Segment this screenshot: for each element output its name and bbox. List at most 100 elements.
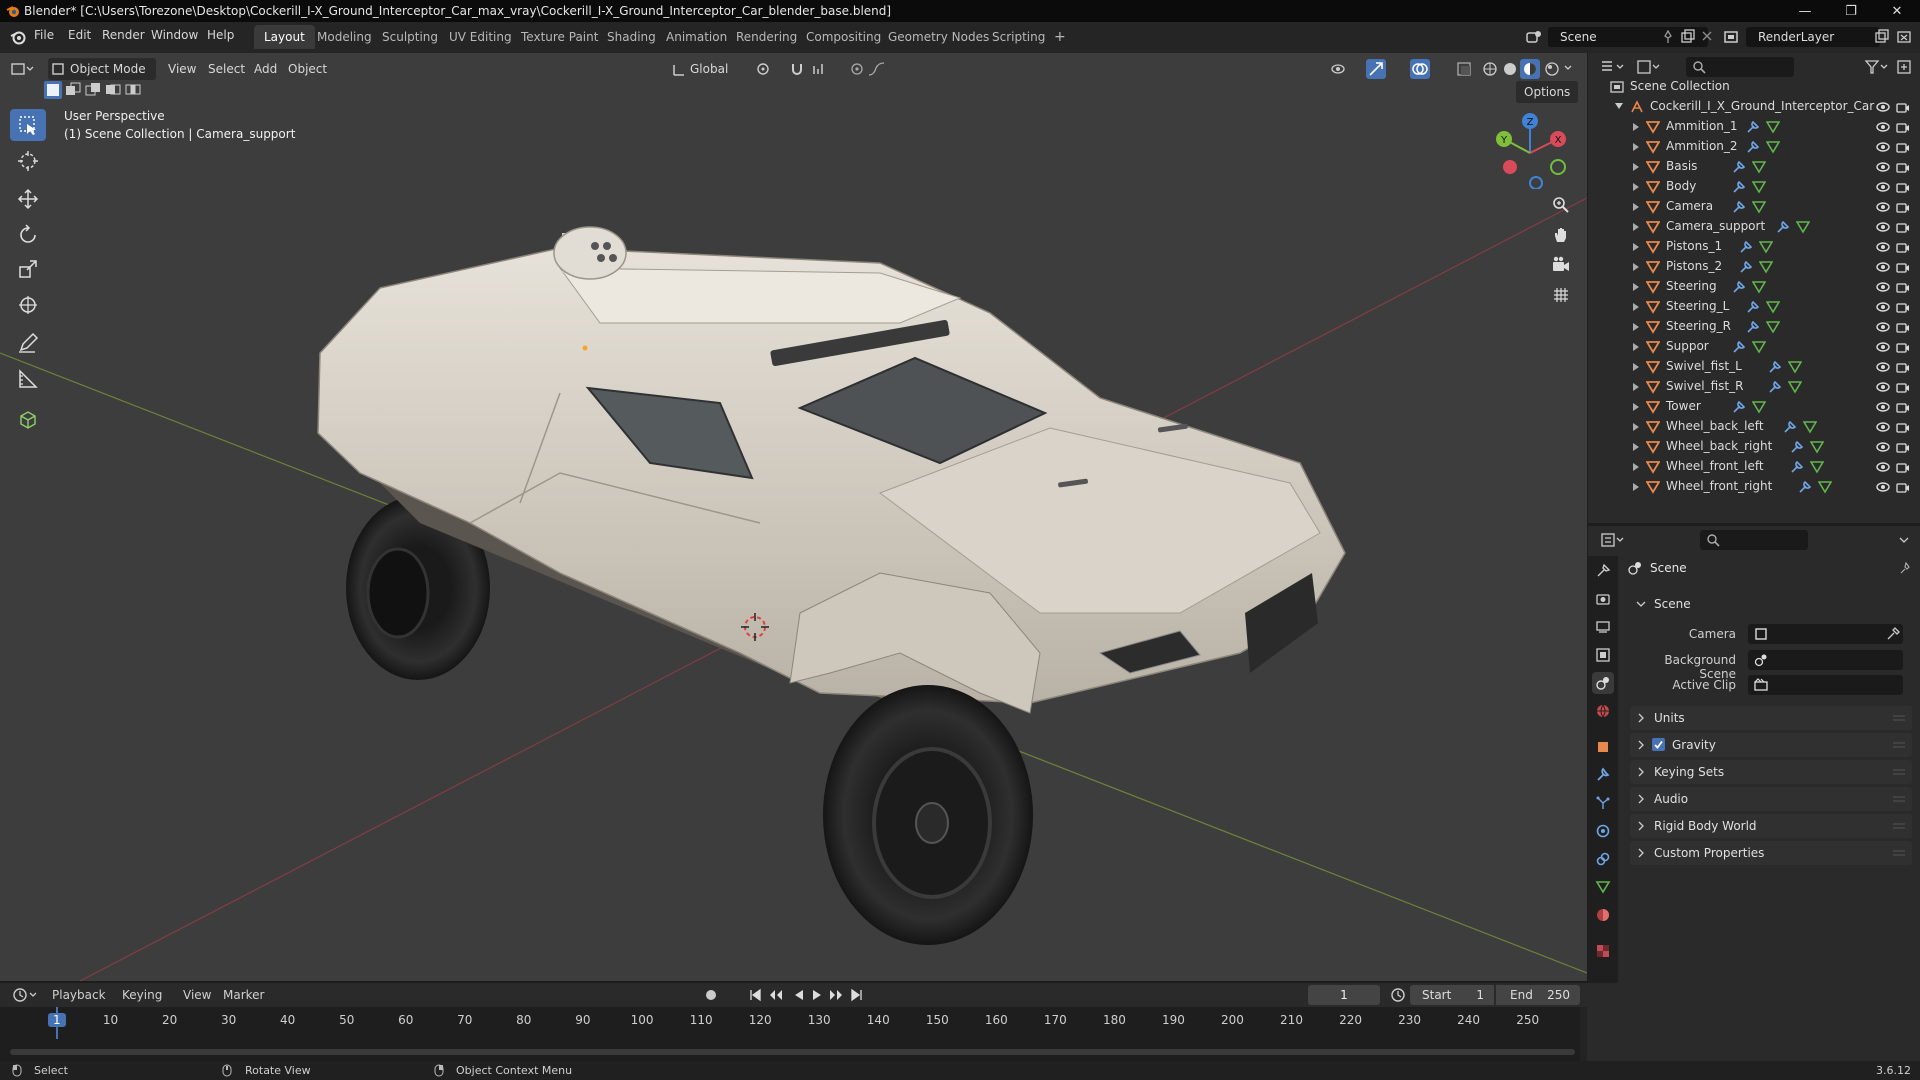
select-invert-icon[interactable] <box>104 81 122 99</box>
mesh-data-icon[interactable] <box>1758 240 1773 254</box>
render-camera-icon[interactable] <box>1896 480 1910 494</box>
drag-handle-icon[interactable] <box>1892 741 1906 749</box>
tab-output-icon[interactable] <box>1592 616 1614 638</box>
visibility-eye-icon[interactable] <box>1876 260 1890 274</box>
modifier-wrench-icon[interactable] <box>1790 440 1804 454</box>
tab-sculpting[interactable]: Sculpting <box>372 25 448 49</box>
visibility-eye-icon[interactable] <box>1876 120 1890 134</box>
properties-section-header[interactable]: Rigid Body World <box>1630 814 1912 838</box>
tab-texture-icon[interactable] <box>1592 940 1614 962</box>
expand-chevron-icon[interactable] <box>1632 302 1640 312</box>
expand-chevron-icon[interactable] <box>1632 382 1640 392</box>
collapse-chevron-icon[interactable] <box>1614 101 1624 111</box>
select-extend-icon[interactable] <box>64 81 82 99</box>
minimize-button[interactable]: — <box>1782 0 1828 22</box>
drag-handle-icon[interactable] <box>1892 714 1906 722</box>
scale-tool[interactable] <box>10 253 46 285</box>
mesh-data-icon[interactable] <box>1795 220 1810 234</box>
visibility-eye-icon[interactable] <box>1876 280 1890 294</box>
mesh-data-icon[interactable] <box>1766 140 1780 154</box>
tab-animation[interactable]: Animation <box>656 25 737 49</box>
visibility-eye-icon[interactable] <box>1876 320 1890 334</box>
properties-section-header[interactable]: Audio <box>1630 787 1912 811</box>
drag-handle-icon[interactable] <box>1892 822 1906 830</box>
modifier-wrench-icon[interactable] <box>1732 280 1746 294</box>
outliner-item[interactable]: Wheel_front_right <box>1588 477 1920 497</box>
tab-tool-icon[interactable] <box>1592 560 1614 582</box>
blender-menu-icon[interactable] <box>10 29 26 45</box>
auto-keying-icon[interactable] <box>704 988 718 1002</box>
modifier-wrench-icon[interactable] <box>1798 480 1812 494</box>
expand-chevron-icon[interactable] <box>1632 142 1640 152</box>
xray-toggle-icon[interactable] <box>1456 61 1472 77</box>
outliner-item[interactable]: Swivel_fist_R <box>1588 377 1920 397</box>
expand-chevron-icon[interactable] <box>1632 462 1640 472</box>
filter-icon[interactable] <box>1864 59 1892 75</box>
vehicle-model[interactable] <box>317 226 1346 945</box>
annotate-tool[interactable] <box>10 327 46 359</box>
visibility-eye-icon[interactable] <box>1876 200 1890 214</box>
outliner-item[interactable]: Wheel_back_left <box>1588 417 1920 437</box>
pivot-point-icon[interactable] <box>756 62 778 76</box>
select-intersect-icon[interactable] <box>124 81 142 99</box>
shading-wireframe-icon[interactable] <box>1482 61 1498 77</box>
tab-modifier-icon[interactable] <box>1592 764 1614 786</box>
render-camera-icon[interactable] <box>1896 340 1910 354</box>
tab-modeling[interactable]: Modeling <box>307 25 382 49</box>
close-button[interactable]: ✕ <box>1874 0 1920 22</box>
modifier-wrench-icon[interactable] <box>1732 340 1746 354</box>
camera-property-field[interactable] <box>1748 624 1903 644</box>
shading-solid-icon[interactable] <box>1502 61 1518 77</box>
modifier-wrench-icon[interactable] <box>1746 300 1760 314</box>
outliner-item[interactable]: Tower <box>1588 397 1920 417</box>
visibility-eye-icon[interactable] <box>1876 180 1890 194</box>
tab-uv-editing[interactable]: UV Editing <box>439 25 522 49</box>
delete-scene-icon[interactable] <box>1700 29 1714 43</box>
menu-render[interactable]: Render <box>102 28 145 42</box>
tab-object-icon[interactable] <box>1592 736 1614 758</box>
properties-editor-type-icon[interactable] <box>1600 532 1628 548</box>
render-camera-icon[interactable] <box>1896 120 1910 134</box>
modifier-wrench-icon[interactable] <box>1746 320 1760 334</box>
outliner-editor-type-icon[interactable] <box>1600 59 1628 75</box>
overlays-toggle-icon[interactable] <box>1410 59 1430 79</box>
proportional-edit-icon[interactable] <box>850 62 864 76</box>
pin-icon[interactable] <box>1900 562 1912 574</box>
mesh-data-icon[interactable] <box>1817 480 1832 494</box>
modifier-wrench-icon[interactable] <box>1739 240 1753 254</box>
visibility-eye-icon[interactable] <box>1876 340 1890 354</box>
outliner-item[interactable]: Ammition_2 <box>1588 137 1920 157</box>
active-clip-field[interactable] <box>1748 675 1903 695</box>
render-camera-icon[interactable] <box>1896 420 1910 434</box>
mesh-data-icon[interactable] <box>1810 460 1825 474</box>
properties-search-input[interactable] <box>1700 530 1808 550</box>
menu-edit[interactable]: Edit <box>68 28 91 42</box>
outliner-scene-collection[interactable]: Scene Collection <box>1588 77 1920 97</box>
drag-handle-icon[interactable] <box>1892 768 1906 776</box>
transform-tool[interactable] <box>10 289 46 321</box>
properties-section-header[interactable]: Custom Properties <box>1630 841 1912 865</box>
modifier-wrench-icon[interactable] <box>1790 460 1804 474</box>
render-camera-icon[interactable] <box>1896 140 1910 154</box>
visibility-eye-icon[interactable] <box>1876 160 1890 174</box>
tab-scene-icon[interactable] <box>1592 672 1614 694</box>
tab-world-icon[interactable] <box>1592 700 1614 722</box>
render-camera-icon[interactable] <box>1896 380 1910 394</box>
select-box-tool[interactable] <box>10 109 46 141</box>
modifier-wrench-icon[interactable] <box>1732 400 1746 414</box>
expand-chevron-icon[interactable] <box>1632 242 1640 252</box>
expand-chevron-icon[interactable] <box>1632 482 1640 492</box>
modifier-wrench-icon[interactable] <box>1732 160 1746 174</box>
modifier-wrench-icon[interactable] <box>1776 220 1790 234</box>
tab-render-icon[interactable] <box>1592 588 1614 610</box>
add-cube-tool[interactable] <box>10 403 46 435</box>
modifier-wrench-icon[interactable] <box>1768 380 1782 394</box>
visibility-eye-icon[interactable] <box>1876 380 1890 394</box>
render-camera-icon[interactable] <box>1896 440 1910 454</box>
move-tool[interactable] <box>10 183 46 215</box>
tab-physics-icon[interactable] <box>1592 820 1614 842</box>
tab-view-layer-icon[interactable] <box>1592 644 1614 666</box>
visibility-eye-icon[interactable] <box>1876 100 1890 114</box>
visibility-eye-icon[interactable] <box>1876 220 1890 234</box>
render-camera-icon[interactable] <box>1896 320 1910 334</box>
